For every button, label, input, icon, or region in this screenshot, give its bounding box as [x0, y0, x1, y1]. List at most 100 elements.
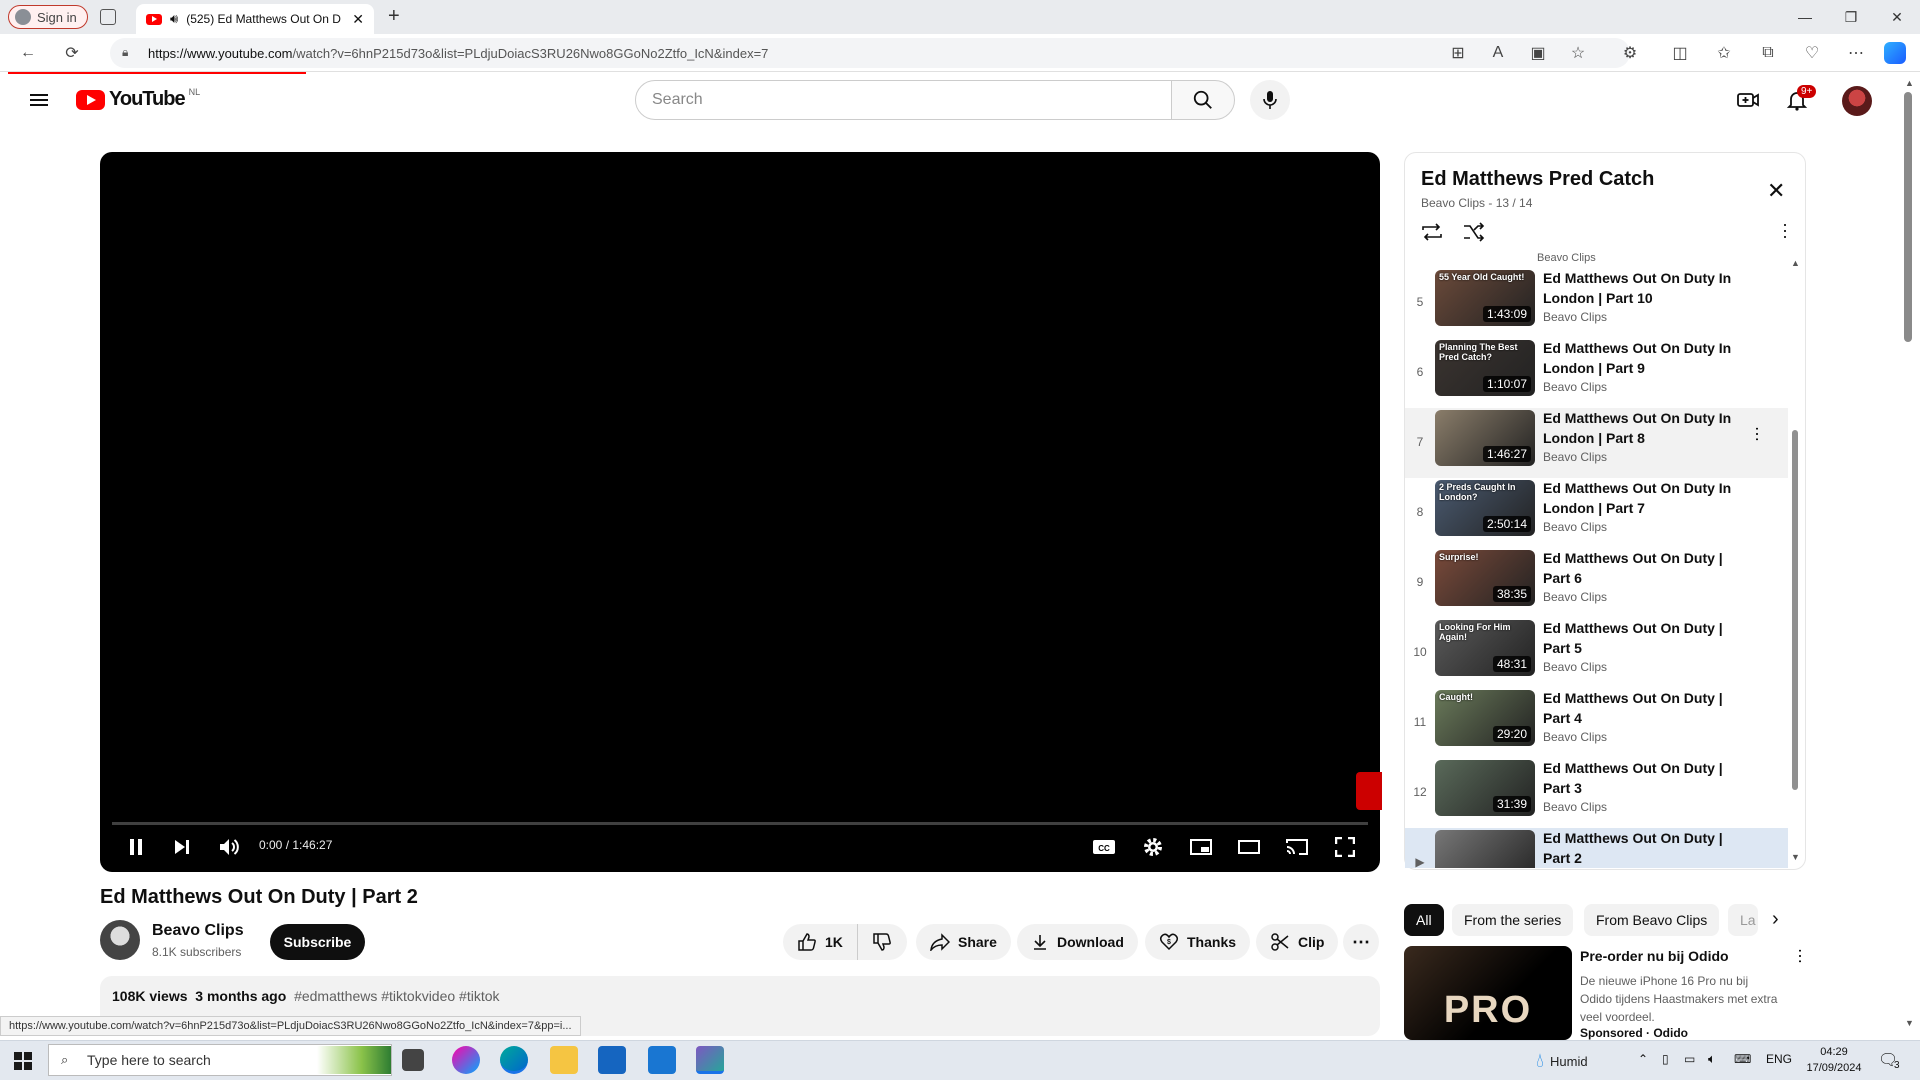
favorite-star-icon[interactable]: ☆: [1564, 40, 1592, 66]
playlist-item[interactable]: 7 1:46:27 Ed Matthews Out On Duty In Londo…: [1405, 408, 1788, 478]
youtube-logo[interactable]: YouTube NL: [76, 87, 200, 111]
hashtags[interactable]: #edmatthews #tiktokvideo #tiktok: [294, 988, 499, 1004]
playlist-item[interactable]: 5 55 Year Old Caught! 1:43:09 Ed Matthews O…: [1405, 268, 1788, 338]
playlist-item-thumbnail[interactable]: Surprise! 38:35: [1435, 550, 1535, 606]
video-player[interactable]: [100, 152, 1380, 872]
copilot-taskbar-icon[interactable]: [452, 1046, 480, 1074]
theater-mode-button[interactable]: [1234, 832, 1264, 862]
windows-start-icon[interactable]: [14, 1052, 32, 1070]
playlist-list[interactable]: Beavo Clips 5 55 Year Old Caught! 1:43:09 E…: [1405, 252, 1788, 868]
profile-signin-button[interactable]: Sign in: [8, 5, 88, 29]
browser-essentials-icon[interactable]: ♡: [1798, 40, 1826, 66]
tab-close-icon[interactable]: ✕: [352, 11, 364, 28]
playlist-item-thumbnail[interactable]: 1:46:27: [1435, 410, 1535, 466]
chip-partial[interactable]: La: [1728, 904, 1758, 936]
playlist-item-title[interactable]: Ed Matthews Out On Duty | Part 4: [1543, 688, 1743, 728]
settings-button[interactable]: [1138, 832, 1168, 862]
clock[interactable]: 04:29 17/09/2024: [1802, 1044, 1866, 1076]
page-scroll-up-icon[interactable]: ▲: [1905, 78, 1914, 88]
playlist-item-thumbnail[interactable]: Planning The Best Pred Catch? 1:10:07: [1435, 340, 1535, 396]
playlist-item[interactable]: 10 Looking For Him Again! 48:31 Ed Matthews…: [1405, 618, 1788, 688]
cast-button[interactable]: [1282, 832, 1312, 862]
taskbar-search-input[interactable]: ⌕ Type here to search: [48, 1044, 392, 1076]
playlist-item-title[interactable]: Ed Matthews Out On Duty | Part 2: [1543, 828, 1743, 868]
download-button[interactable]: Download: [1017, 924, 1138, 960]
file-explorer-icon[interactable]: [550, 1046, 578, 1074]
read-aloud-icon[interactable]: A: [1484, 40, 1512, 66]
playlist-item[interactable]: 9 Surprise! 38:35 Ed Matthews Out On Duty |…: [1405, 548, 1788, 618]
voice-search-button[interactable]: [1250, 80, 1290, 120]
next-button[interactable]: [168, 832, 196, 862]
keyboard-icon[interactable]: ⌨: [1734, 1052, 1751, 1066]
restore-icon[interactable]: ❐: [1828, 0, 1874, 34]
playlist-item-title[interactable]: Ed Matthews Out On Duty | Part 5: [1543, 618, 1743, 658]
create-video-icon[interactable]: [1736, 88, 1760, 112]
more-actions-button[interactable]: ⋯: [1343, 924, 1379, 960]
input-language[interactable]: ENG: [1766, 1052, 1792, 1066]
shuffle-button[interactable]: [1462, 222, 1486, 242]
weather-widget[interactable]: 💧︎ Humid: [1536, 1050, 1588, 1073]
playlist-scroll-down-icon[interactable]: ▼: [1791, 852, 1800, 862]
chip-from-series[interactable]: From the series: [1452, 904, 1574, 936]
playlist-item-thumbnail[interactable]: 2 Preds Caught In London? 2:50:14: [1435, 480, 1535, 536]
playlist-item-thumbnail[interactable]: Caught! 29:20: [1435, 690, 1535, 746]
search-input[interactable]: Search: [635, 80, 1172, 120]
refresh-icon[interactable]: ⟳: [58, 40, 86, 66]
playlist-item-title[interactable]: Ed Matthews Out On Duty | Part 6: [1543, 548, 1743, 588]
playlist-item-thumbnail[interactable]: [1435, 830, 1535, 868]
speaker-icon[interactable]: 🔊︎: [170, 11, 178, 27]
playlist-item-title[interactable]: Ed Matthews Out On Duty In London | Part…: [1543, 338, 1743, 378]
playlist-item-thumbnail[interactable]: 31:39: [1435, 760, 1535, 816]
playlist-item-more-icon[interactable]: ⋯: [1747, 426, 1766, 442]
immersive-reader-icon[interactable]: ▣: [1524, 40, 1552, 66]
fullscreen-button[interactable]: [1330, 832, 1360, 862]
playlist-item-title[interactable]: Ed Matthews Out On Duty In London | Part…: [1543, 478, 1743, 518]
address-bar[interactable]: 🔒︎ https://www.youtube.com/watch?v=6hnP2…: [110, 38, 1630, 68]
page-scrollbar[interactable]: [1904, 92, 1912, 342]
network-icon[interactable]: ▭: [1684, 1052, 1695, 1066]
chip-from-channel[interactable]: From Beavo Clips: [1584, 904, 1720, 936]
tray-expand-icon[interactable]: ⌃: [1638, 1052, 1648, 1066]
page-scroll-down-icon[interactable]: ▼: [1905, 1018, 1914, 1028]
captions-button[interactable]: CC: [1089, 832, 1119, 862]
volume-button[interactable]: [214, 832, 244, 862]
loop-button[interactable]: [1420, 222, 1444, 242]
browser-tab-active[interactable]: 🔊︎ (525) Ed Matthews Out On D ✕: [136, 4, 374, 34]
task-view-icon[interactable]: [402, 1049, 424, 1071]
edge-taskbar-icon[interactable]: [500, 1046, 528, 1074]
account-avatar[interactable]: [1842, 86, 1872, 116]
app-available-icon[interactable]: ⊞: [1444, 40, 1472, 66]
thanks-button[interactable]: $ Thanks: [1145, 924, 1251, 960]
minimize-icon[interactable]: —: [1782, 0, 1828, 34]
ad-title[interactable]: Pre-order nu bij Odido: [1580, 948, 1729, 964]
speaker-tray-icon[interactable]: 🔈︎: [1708, 1051, 1716, 1067]
progress-bar[interactable]: [112, 822, 1368, 825]
playlist-scrollbar[interactable]: [1792, 430, 1798, 790]
settings-more-icon[interactable]: ⋯: [1842, 40, 1870, 66]
channel-name[interactable]: Beavo Clips: [152, 922, 244, 940]
playlist-item-title[interactable]: Ed Matthews Out On Duty In London | Part…: [1543, 408, 1743, 448]
ad-more-icon[interactable]: ⋯: [1790, 948, 1809, 964]
playlist-item-thumbnail[interactable]: Looking For Him Again! 48:31: [1435, 620, 1535, 676]
playlist-item-title[interactable]: Ed Matthews Out On Duty | Part 3: [1543, 758, 1743, 798]
playlist-item-title[interactable]: Ed Matthews Out On Duty In London | Part…: [1543, 268, 1743, 308]
pause-button[interactable]: [122, 832, 150, 862]
new-tab-icon[interactable]: +: [388, 5, 400, 28]
chip-all[interactable]: All: [1404, 904, 1444, 936]
collections-icon[interactable]: ⧉: [1754, 40, 1782, 66]
dislike-button[interactable]: [858, 924, 906, 960]
tray-devices-icon[interactable]: ▯: [1662, 1052, 1669, 1066]
playlist-item[interactable]: 8 2 Preds Caught In London? 2:50:14 Ed Matt…: [1405, 478, 1788, 548]
like-button[interactable]: 1K: [783, 924, 858, 960]
playlist-item[interactable]: 11 Caught! 29:20 Ed Matthews Out On Duty | …: [1405, 688, 1788, 758]
store-icon[interactable]: [598, 1046, 626, 1074]
split-screen-icon[interactable]: ◫: [1666, 40, 1694, 66]
tab-actions-icon[interactable]: [100, 9, 116, 25]
favorites-icon[interactable]: ✩: [1710, 40, 1738, 66]
playlist-item-thumbnail[interactable]: 55 Year Old Caught! 1:43:09: [1435, 270, 1535, 326]
back-icon[interactable]: ←: [14, 40, 42, 66]
window-close-icon[interactable]: ✕: [1874, 0, 1920, 34]
channel-avatar[interactable]: [100, 920, 140, 960]
subscribe-watermark-icon[interactable]: [1356, 772, 1382, 810]
copilot-icon[interactable]: [1884, 42, 1906, 64]
